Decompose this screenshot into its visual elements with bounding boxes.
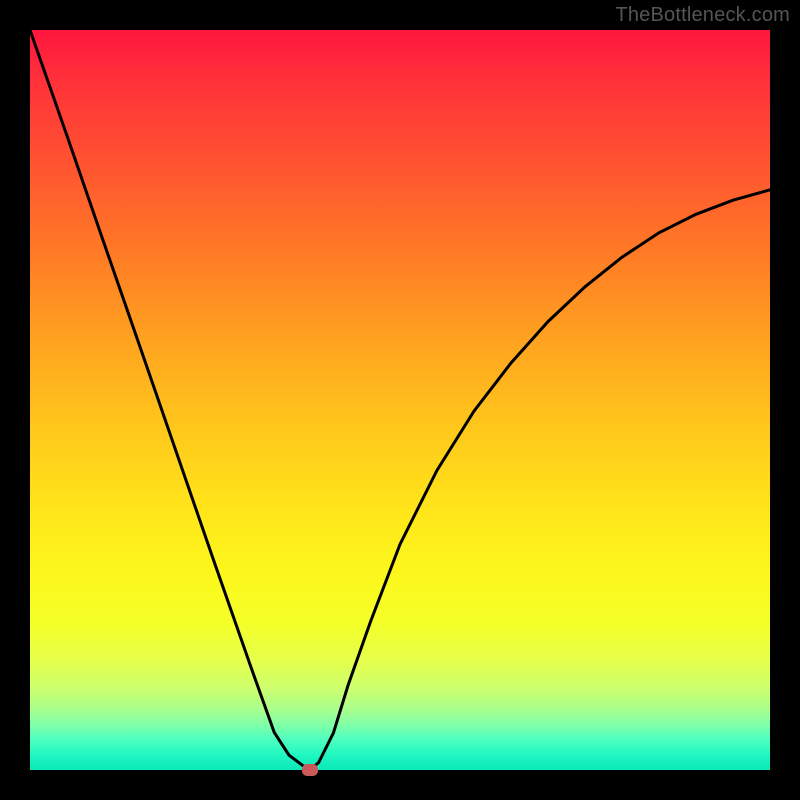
optimal-point-marker	[302, 764, 318, 776]
chart-plot-area	[30, 30, 770, 770]
bottleneck-curve	[30, 30, 770, 770]
watermark-text: TheBottleneck.com	[615, 4, 790, 27]
